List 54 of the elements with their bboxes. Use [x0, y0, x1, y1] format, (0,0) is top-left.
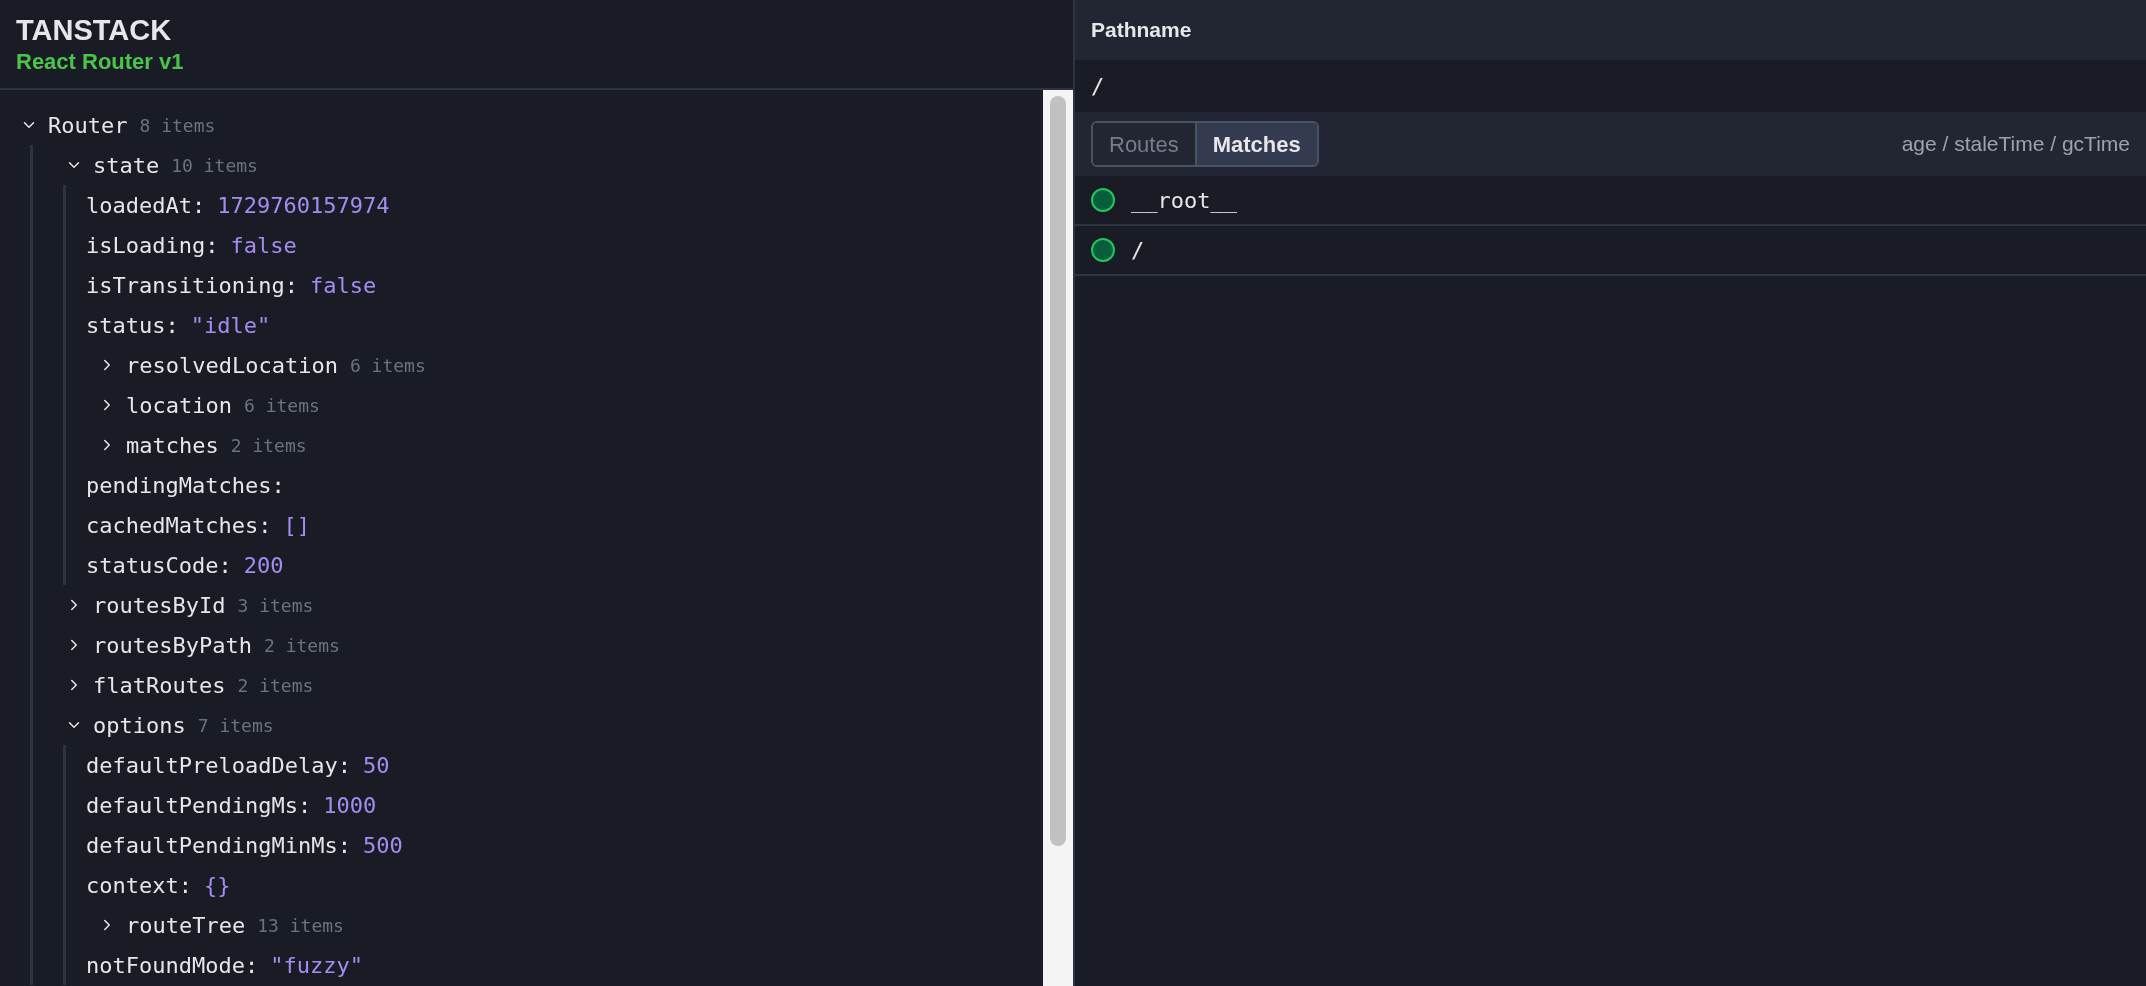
tree-toggle[interactable]: Router — [20, 108, 128, 142]
property-value: false — [309, 271, 377, 300]
property-key: isTransitioning: — [86, 268, 298, 302]
property-key: isLoading: — [86, 228, 219, 262]
match-id: __root__ — [1131, 186, 1237, 215]
tree-toggle[interactable]: flatRoutes — [65, 668, 226, 702]
property-key: loadedAt: — [86, 188, 206, 222]
property-key: statusCode: — [86, 548, 232, 582]
property-key: defaultPreloadDelay: — [86, 748, 351, 782]
item-count: 13 items — [257, 913, 344, 938]
property-value: 50 — [362, 751, 390, 780]
item-count: 2 items — [230, 433, 307, 458]
match-row[interactable]: __root__ — [1075, 176, 2146, 226]
property-value: false — [230, 231, 297, 260]
item-count: 6 items — [349, 353, 426, 378]
brand-title: TANSTACK — [16, 15, 173, 45]
tree-toggle[interactable]: location — [98, 388, 232, 422]
property-key: notFoundMode: — [86, 948, 259, 982]
tree-toggle[interactable]: matches — [98, 428, 219, 462]
pathname-label: Pathname — [1091, 17, 1192, 44]
match-id: / — [1131, 236, 1145, 265]
property-key: pendingMatches: — [86, 468, 285, 502]
property-key: defaultPendingMs: — [86, 788, 312, 822]
tree-toggle[interactable]: routesById — [65, 588, 226, 622]
item-count: 6 items — [243, 393, 320, 418]
property-key: context: — [86, 868, 192, 902]
item-count: 3 items — [237, 593, 314, 618]
item-count: 7 items — [197, 713, 274, 738]
property-key: defaultPendingMinMs: — [86, 828, 351, 862]
item-count: 8 items — [139, 113, 216, 138]
property-value: [] — [283, 511, 310, 540]
tree-toggle[interactable]: options — [65, 708, 186, 742]
timing-label: age / staleTime / gcTime — [1901, 131, 2130, 158]
tree-toggle[interactable]: resolvedLocation — [98, 348, 338, 382]
tree-toggle[interactable]: routeTree — [98, 908, 246, 942]
property-value: 1729760157974 — [217, 191, 390, 220]
item-count: 2 items — [263, 633, 340, 658]
property-value: {} — [203, 871, 231, 900]
property-key: status: — [86, 308, 179, 342]
pathname-value: / — [1091, 72, 1105, 101]
property-key: cachedMatches: — [86, 508, 272, 542]
view-tab[interactable]: Matches — [1194, 123, 1317, 165]
property-value: "fuzzy" — [270, 951, 363, 980]
item-count: 10 items — [171, 153, 258, 178]
item-count: 2 items — [237, 673, 314, 698]
brand-subtitle: React Router v1 — [16, 50, 185, 73]
property-value: 1000 — [323, 791, 377, 820]
match-row[interactable]: / — [1075, 226, 2146, 276]
tree-toggle[interactable]: routesByPath — [65, 628, 252, 662]
property-value: "idle" — [190, 311, 271, 340]
property-value: 200 — [243, 551, 284, 580]
tree-toggle[interactable]: state — [65, 148, 160, 182]
scrollbar-thumb[interactable] — [1050, 96, 1066, 846]
property-value: 500 — [362, 831, 403, 860]
